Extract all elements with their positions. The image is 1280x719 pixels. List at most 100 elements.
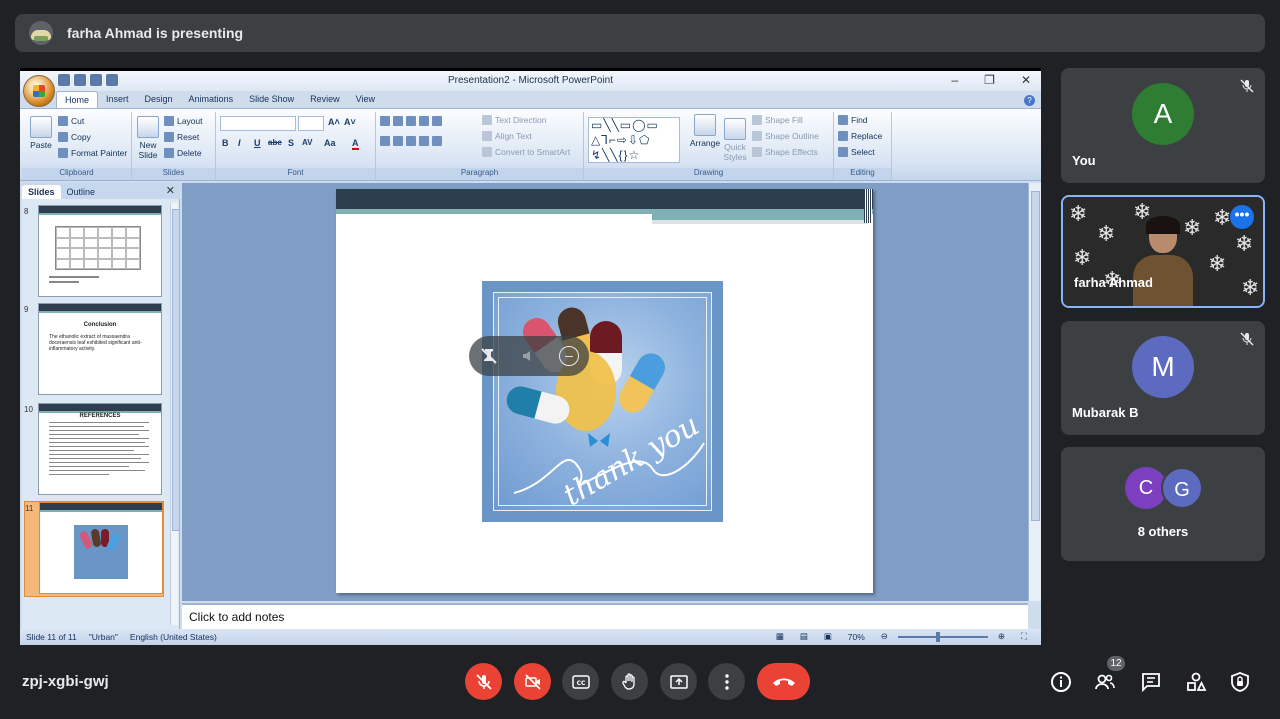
help-icon[interactable]: ?	[1024, 95, 1035, 106]
meeting-details-icon[interactable]	[1050, 671, 1072, 693]
thank-you-image[interactable]: thank you	[482, 281, 723, 522]
tab-animations[interactable]: Animations	[181, 91, 242, 108]
thumbnail-slide-8[interactable]: 8	[24, 205, 164, 301]
tab-slide-show[interactable]: Slide Show	[241, 91, 302, 108]
tab-slides[interactable]: Slides	[22, 185, 61, 199]
align-text-button[interactable]: Align Text	[482, 131, 532, 141]
tile-you[interactable]: A You	[1061, 68, 1265, 183]
thumbnail-slide-9[interactable]: 9 Conclusion The ethanolic extract of mu…	[24, 303, 164, 399]
strikethrough-button[interactable]: abe	[268, 138, 282, 147]
shape-outline-button[interactable]: Shape Outline	[752, 131, 819, 141]
grow-font-button[interactable]: A˄	[328, 117, 340, 127]
maximize-icon[interactable]: ❐	[984, 73, 995, 87]
new-slide-button[interactable]: New Slide	[134, 116, 162, 160]
editor-scrollbar[interactable]	[1028, 183, 1041, 601]
notes-field[interactable]: Click to add notes	[182, 603, 1028, 629]
tab-view[interactable]: View	[348, 91, 383, 108]
italic-button[interactable]: I	[238, 138, 241, 148]
thumb-title: REFERENCES	[79, 413, 121, 419]
font-group-label: Font	[216, 168, 375, 180]
find-button[interactable]: Find	[838, 115, 868, 125]
captions-button[interactable]: CC	[562, 663, 599, 700]
paste-button[interactable]: Paste	[26, 116, 56, 150]
shapes-gallery[interactable]: ▭╲╲▭◯▭ △ꓶ⌐⇨⇩⬠ ↯╲╲{}☆	[588, 117, 680, 163]
minimize-icon[interactable]: –	[951, 73, 958, 87]
host-controls-icon[interactable]	[1229, 671, 1251, 693]
sorter-view-icon[interactable]: ▤	[794, 631, 814, 642]
participant-name: farha Ahmad	[1074, 275, 1153, 290]
zoom-slider[interactable]	[897, 631, 988, 642]
people-icon[interactable]	[1094, 671, 1116, 693]
hand-icon	[621, 672, 635, 690]
slide-editor: thank you	[182, 183, 1041, 601]
underline-button[interactable]: U	[254, 138, 261, 148]
layout-button[interactable]: Layout	[164, 116, 203, 126]
close-pane-icon[interactable]: ✕	[166, 184, 175, 197]
thumbnail-slide-11[interactable]: 11	[24, 501, 164, 597]
shrink-font-button[interactable]: A˅	[344, 117, 356, 127]
shape-fill-button[interactable]: Shape Fill	[752, 115, 803, 125]
mic-toggle-button[interactable]	[465, 663, 502, 700]
cut-button[interactable]: Cut	[58, 116, 84, 126]
more-vert-icon	[724, 673, 729, 690]
tab-insert[interactable]: Insert	[98, 91, 137, 108]
tab-review[interactable]: Review	[302, 91, 348, 108]
close-icon[interactable]: ✕	[1021, 73, 1031, 87]
tile-farha-ahmad[interactable]: ❄ ❄ ❄ ❄ ❄ ❄ ❄ ❄ ❄ ❄ ••• farha Ahmad	[1061, 195, 1265, 308]
end-call-button[interactable]	[757, 663, 810, 700]
mute-presenter-icon[interactable]	[519, 346, 539, 366]
shadow-button[interactable]: S	[288, 138, 294, 148]
tab-design[interactable]: Design	[137, 91, 181, 108]
quick-styles-button[interactable]: Quick Styles	[720, 118, 750, 162]
presenting-text: farha Ahmad is presenting	[67, 25, 244, 41]
chat-icon[interactable]	[1140, 671, 1162, 693]
normal-view-icon[interactable]: ▦	[770, 631, 790, 642]
copy-button[interactable]: Copy	[58, 132, 91, 142]
clipboard-group: Paste Cut Copy Format Painter Clipboard	[22, 112, 132, 180]
tile-others[interactable]: C G 8 others	[1061, 447, 1265, 561]
font-size-combo[interactable]	[298, 116, 324, 131]
format-painter-button[interactable]: Format Painter	[58, 148, 127, 158]
bold-button[interactable]: B	[222, 138, 229, 148]
activities-icon[interactable]	[1185, 671, 1207, 693]
delete-button[interactable]: Delete	[164, 148, 202, 158]
convert-smartart-button[interactable]: Convert to SmartArt	[482, 147, 570, 157]
thumbnail-slide-10[interactable]: 10 REFERENCES	[24, 403, 164, 499]
more-options-button[interactable]	[708, 663, 745, 700]
pane-scrollbar[interactable]	[170, 203, 180, 625]
camera-toggle-button[interactable]	[514, 663, 551, 700]
remove-icon[interactable]: –	[559, 346, 579, 366]
raise-hand-button[interactable]	[611, 663, 648, 700]
thumb-preview: REFERENCES	[38, 403, 162, 495]
change-case-button[interactable]: Aa	[324, 138, 336, 148]
select-button[interactable]: Select	[838, 147, 875, 157]
effects-icon	[752, 147, 762, 157]
tab-home[interactable]: Home	[56, 91, 99, 108]
arrange-button[interactable]: Arrange	[688, 114, 722, 148]
tile-mubarak-b[interactable]: M Mubarak B	[1061, 321, 1265, 435]
char-spacing-button[interactable]: AV	[302, 138, 313, 147]
unpin-icon[interactable]	[479, 346, 499, 366]
shape-effects-button[interactable]: Shape Effects	[752, 147, 818, 157]
slideshow-view-icon[interactable]: ▣	[818, 631, 838, 642]
replace-button[interactable]: Replace	[838, 131, 882, 141]
reset-button[interactable]: Reset	[164, 132, 199, 142]
current-slide[interactable]: thank you	[336, 189, 873, 593]
font-name-combo[interactable]	[220, 116, 296, 131]
text-direction-button[interactable]: Text Direction	[482, 115, 547, 125]
office-button[interactable]	[23, 75, 55, 107]
captions-icon: CC	[571, 674, 590, 689]
zoom-out-icon[interactable]: ⊖	[875, 631, 894, 642]
present-button[interactable]	[660, 663, 697, 700]
align-buttons[interactable]	[380, 136, 442, 146]
font-color-button[interactable]: A	[352, 138, 359, 150]
ribbon-tabs: Home Insert Design Animations Slide Show…	[56, 91, 383, 108]
zoom-level[interactable]: 70%	[842, 632, 871, 642]
fit-window-icon[interactable]: ⛶	[1015, 631, 1033, 642]
title-bar: Presentation2 - Microsoft PowerPoint – ❐…	[20, 71, 1041, 91]
more-options-icon[interactable]: •••	[1230, 205, 1254, 229]
bullets-button[interactable]	[380, 116, 442, 126]
zoom-in-icon[interactable]: ⊕	[992, 631, 1011, 642]
tab-outline[interactable]: Outline	[61, 185, 102, 199]
window-title: Presentation2 - Microsoft PowerPoint	[447, 75, 614, 86]
